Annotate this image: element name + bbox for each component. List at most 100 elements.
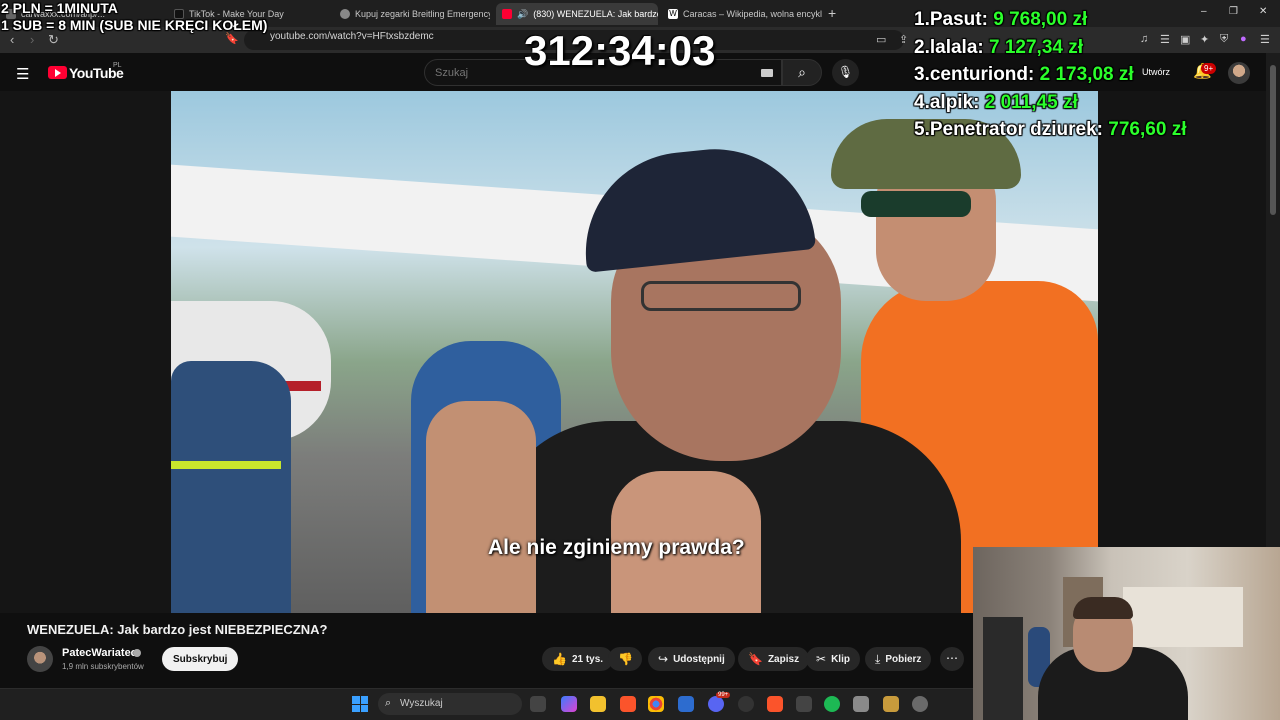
create-button[interactable]: Utwórz xyxy=(1142,67,1170,77)
scrollbar-thumb[interactable] xyxy=(1270,65,1276,215)
start-tile xyxy=(352,696,360,704)
start-tile xyxy=(352,704,360,712)
chrome-icon[interactable] xyxy=(648,696,664,712)
leaderboard-rank: 2. xyxy=(914,37,930,58)
copilot-icon[interactable] xyxy=(561,696,577,712)
video-subtitle: Ale nie zginiemy prawda? xyxy=(488,536,745,559)
discord-icon[interactable] xyxy=(708,696,724,712)
leaderboard-amount: 9 768,00 zł xyxy=(993,9,1088,30)
leaderboard-name: centuriond: xyxy=(929,64,1035,85)
leaderboard-entry: 4.alpik: 2 011,45 zł xyxy=(914,92,1078,114)
channel-subscribers: 1,9 mln subskrybentów xyxy=(62,662,144,671)
leaderboard-rank: 4. xyxy=(914,92,930,113)
start-tile xyxy=(360,704,368,712)
menu-icon[interactable]: ☰ xyxy=(16,65,29,83)
share-button[interactable]: ↪ Udostępnij xyxy=(648,647,735,671)
subscribe-button[interactable]: Subskrybuj xyxy=(162,647,239,671)
windows-start-icon[interactable] xyxy=(352,696,368,712)
maximize-button[interactable]: ❐ xyxy=(1229,6,1238,17)
tab-youtube-active[interactable]: 🔊 (830) WENEZUELA: Jak bardzo ✕ xyxy=(496,3,658,25)
webcam-person-hair xyxy=(1073,597,1133,619)
cast-icon[interactable]: ▭ xyxy=(876,33,886,46)
leaderboard-name: alpik: xyxy=(929,92,980,113)
url-text[interactable]: youtube.com/watch?v=HFtxsbzdemc xyxy=(270,31,434,42)
like-button[interactable]: 👍 21 tys. xyxy=(542,647,614,671)
tab-wikipedia[interactable]: W Caracas – Wikipedia, wolna encyklop xyxy=(662,3,822,25)
video-player[interactable]: Ale nie zginiemy prawda? xyxy=(0,91,1266,613)
search-button[interactable]: ⌕ xyxy=(782,59,822,86)
bookmark-icon[interactable]: 🔖 xyxy=(225,32,239,45)
task-view-icon[interactable] xyxy=(530,696,546,712)
leaderboard-amount: 2 011,45 zł xyxy=(984,92,1078,113)
subathon-timer: 312:34:03 xyxy=(524,27,716,74)
play-triangle-icon xyxy=(55,69,61,77)
mic-icon: 🎙 xyxy=(837,65,854,79)
tab-breitling[interactable]: Kupuj zegarki Breitling Emergency II xyxy=(334,3,490,25)
taskbar-search-input[interactable]: Wyszukaj xyxy=(378,693,522,715)
share-label: Udostępnij xyxy=(673,653,725,665)
shield-icon[interactable]: ⛨ xyxy=(1220,33,1228,46)
reload-icon[interactable]: ↻ xyxy=(48,32,59,48)
league-icon[interactable] xyxy=(883,696,899,712)
leaderboard-amount: 7 127,34 zł xyxy=(989,37,1084,58)
taskbar-search-icon: ⌕ xyxy=(385,697,392,709)
obs-icon[interactable] xyxy=(738,696,754,712)
spotify-icon[interactable] xyxy=(824,696,840,712)
bookmark-save-icon: 🔖 xyxy=(748,652,763,666)
dislike-button[interactable]: 👎 xyxy=(608,647,642,671)
webcam-chair xyxy=(983,617,1023,720)
video-title: WENEZUELA: Jak bardzo jest NIEBEZPIECZNA… xyxy=(27,622,328,637)
file-explorer-icon[interactable] xyxy=(590,696,606,712)
new-tab-button[interactable]: + xyxy=(828,5,836,21)
clip-label: Klip xyxy=(831,653,850,665)
thumbs-up-hand-left xyxy=(426,401,536,613)
video-side-area xyxy=(1098,91,1266,613)
channel-name[interactable]: PatecWariatec xyxy=(62,647,137,659)
brave-browser-icon[interactable] xyxy=(620,696,636,712)
vest-stripe xyxy=(171,461,281,469)
wikipedia-icon: W xyxy=(668,9,678,19)
thumbs-up-icon: 👍 xyxy=(552,652,567,666)
download-icon: ⤓ xyxy=(875,651,881,666)
leaderboard-entry: 5.Penetrator dziurek: 776,60 zł xyxy=(914,119,1186,141)
reading-list-icon[interactable]: ☰ xyxy=(1160,33,1170,46)
like-count: 21 tys. xyxy=(571,653,604,665)
tab-label: Kupuj zegarki Breitling Emergency II xyxy=(355,9,490,19)
channel-avatar[interactable] xyxy=(27,646,53,672)
donation-rate-text: 2 PLN = 1MINUTA xyxy=(1,0,118,16)
voice-search-button[interactable]: 🎙 xyxy=(832,59,859,86)
extension-icon[interactable]: ✦ xyxy=(1200,33,1209,46)
leaderboard-amount: 2 173,08 zł xyxy=(1039,64,1134,85)
download-button[interactable]: ⤓ Pobierz xyxy=(865,647,932,671)
video-frame[interactable]: Ale nie zginiemy prawda? xyxy=(171,91,1098,613)
wallet-icon[interactable]: ▣ xyxy=(1180,33,1190,46)
save-button[interactable]: 🔖 Zapisz xyxy=(738,647,810,671)
forward-icon[interactable]: › xyxy=(30,32,34,47)
back-icon[interactable]: ‹ xyxy=(10,32,14,47)
store-icon[interactable] xyxy=(678,696,694,712)
leaderboard-rank: 5. xyxy=(914,119,930,140)
keyboard-icon[interactable] xyxy=(761,69,773,77)
account-avatar[interactable] xyxy=(1228,62,1250,84)
share-page-icon[interactable]: ⇪ xyxy=(899,33,908,46)
webcam-kitchen xyxy=(1123,587,1243,647)
close-window-button[interactable]: ✕ xyxy=(1259,6,1267,17)
share-icon: ↪ xyxy=(658,652,669,666)
vpn-icon[interactable]: ● xyxy=(1240,33,1247,45)
music-icon[interactable]: ♫ xyxy=(1140,33,1148,45)
settings-gear-icon[interactable] xyxy=(912,696,928,712)
clip-button[interactable]: ✂ Klip xyxy=(806,647,860,671)
calculator-icon[interactable] xyxy=(853,696,869,712)
scissors-icon: ✂ xyxy=(816,652,827,666)
minimize-button[interactable]: – xyxy=(1201,6,1207,17)
youtube-icon xyxy=(502,9,512,19)
search-icon: ⌕ xyxy=(798,64,806,80)
leaderboard-name: Penetrator dziurek: xyxy=(929,119,1104,140)
sub-rate-text: 1 SUB = 8 MIN (SUB NIE KRĘCI KOŁEM) xyxy=(1,17,268,33)
browser-menu-icon[interactable]: ☰ xyxy=(1260,33,1270,46)
tab-label: (830) WENEZUELA: Jak bardzo xyxy=(533,9,658,19)
more-actions-button[interactable]: ⋯ xyxy=(940,647,964,671)
app-icon[interactable] xyxy=(796,696,812,712)
brave-window-icon[interactable] xyxy=(767,696,783,712)
leaderboard-name: Pasut: xyxy=(929,9,988,30)
